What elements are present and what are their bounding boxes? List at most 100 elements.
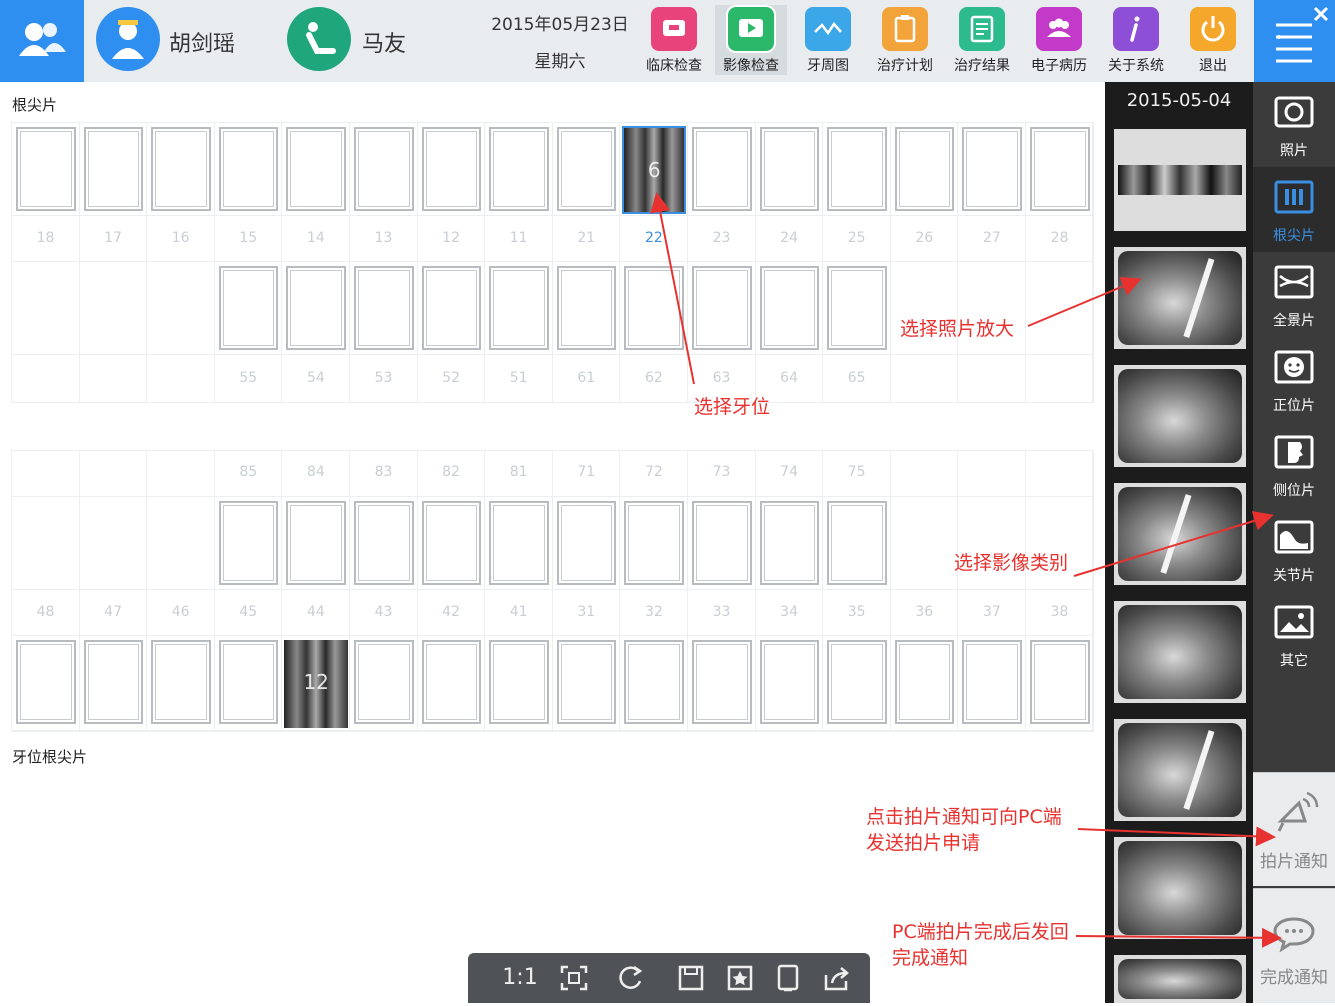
share-button[interactable] bbox=[818, 961, 854, 995]
xray-slot-upper-primary[interactable] bbox=[489, 266, 549, 350]
xray-slot-upper-primary[interactable] bbox=[354, 266, 414, 350]
fit-screen-button[interactable] bbox=[556, 961, 592, 995]
tool-treatment-result[interactable]: 治疗结果 bbox=[946, 5, 1018, 75]
xray-slot-lower-primary[interactable] bbox=[759, 501, 820, 585]
tooth-number[interactable]: 51 bbox=[485, 370, 552, 386]
present-button[interactable] bbox=[770, 961, 806, 995]
xray-slot-lower-permanent[interactable] bbox=[759, 640, 820, 724]
xray-slot-upper-permanent[interactable] bbox=[827, 127, 887, 211]
thumbnail-periapical-6[interactable] bbox=[1114, 837, 1246, 939]
xray-image-tooth-44[interactable]: 12 bbox=[284, 640, 348, 728]
tooth-number[interactable]: 37 bbox=[958, 604, 1025, 620]
xray-slot-lower-primary[interactable] bbox=[286, 501, 346, 585]
tooth-number[interactable]: 24 bbox=[756, 230, 823, 246]
category-photo[interactable]: 照片 bbox=[1253, 82, 1335, 167]
tooth-number[interactable]: 26 bbox=[891, 230, 958, 246]
tooth-number[interactable]: 28 bbox=[1026, 230, 1093, 246]
xray-slot-upper-permanent[interactable] bbox=[421, 127, 482, 211]
xray-slot-upper-primary[interactable] bbox=[624, 266, 684, 350]
tooth-number[interactable]: 47 bbox=[80, 604, 147, 620]
rotate-button[interactable] bbox=[612, 961, 648, 995]
shoot-notice-button[interactable]: 拍片通知 bbox=[1253, 772, 1335, 886]
category-frontal[interactable]: 正位片 bbox=[1253, 337, 1335, 422]
xray-slot-upper-permanent[interactable] bbox=[894, 127, 955, 211]
tooth-number[interactable]: 45 bbox=[215, 604, 282, 620]
tooth-number[interactable]: 81 bbox=[485, 464, 552, 480]
category-other[interactable]: 其它 bbox=[1253, 592, 1335, 677]
xray-slot-lower-primary[interactable] bbox=[556, 501, 617, 585]
tool-about[interactable]: 关于系统 bbox=[1100, 5, 1172, 75]
category-lateral[interactable]: 侧位片 bbox=[1253, 422, 1335, 507]
xray-slot-lower-permanent[interactable] bbox=[16, 640, 76, 724]
tooth-number[interactable]: 25 bbox=[823, 230, 890, 246]
done-notice-button[interactable]: 完成通知 bbox=[1253, 888, 1335, 1003]
doctor-avatar[interactable] bbox=[96, 7, 160, 71]
tooth-number[interactable]: 38 bbox=[1026, 604, 1093, 620]
thumbnail-periapical-1[interactable] bbox=[1114, 247, 1246, 349]
xray-slot-upper-permanent[interactable] bbox=[83, 127, 144, 211]
xray-slot-upper-permanent[interactable] bbox=[151, 127, 211, 211]
tooth-number[interactable]: 23 bbox=[688, 230, 755, 246]
tooth-number[interactable]: 46 bbox=[147, 604, 214, 620]
tooth-number[interactable]: 11 bbox=[485, 230, 552, 246]
xray-slot-lower-primary[interactable] bbox=[354, 501, 414, 585]
tooth-number[interactable]: 31 bbox=[553, 604, 620, 620]
tooth-number[interactable]: 82 bbox=[418, 464, 485, 480]
tooth-number[interactable]: 27 bbox=[958, 230, 1025, 246]
tooth-number[interactable]: 12 bbox=[418, 230, 485, 246]
tooth-number[interactable]: 34 bbox=[756, 604, 823, 620]
xray-slot-lower-permanent[interactable] bbox=[692, 640, 752, 724]
patients-button[interactable] bbox=[0, 0, 84, 82]
tooth-number[interactable]: 43 bbox=[350, 604, 417, 620]
tooth-number[interactable]: 41 bbox=[485, 604, 552, 620]
tooth-number[interactable]: 33 bbox=[688, 604, 755, 620]
tooth-number[interactable]: 55 bbox=[215, 370, 282, 386]
thumbnail-periapical-2[interactable] bbox=[1114, 365, 1246, 467]
xray-slot-upper-primary[interactable] bbox=[692, 266, 752, 350]
tooth-number[interactable]: 18 bbox=[12, 230, 79, 246]
xray-slot-lower-permanent[interactable] bbox=[421, 640, 482, 724]
xray-slot-lower-permanent[interactable] bbox=[83, 640, 144, 724]
xray-slot-upper-primary[interactable] bbox=[827, 266, 887, 350]
tooth-number[interactable]: 13 bbox=[350, 230, 417, 246]
xray-slot-upper-permanent[interactable] bbox=[759, 127, 820, 211]
xray-slot-lower-primary[interactable] bbox=[218, 501, 279, 585]
xray-slot-upper-primary[interactable] bbox=[421, 266, 482, 350]
tool-periodontal-chart[interactable]: 牙周图 bbox=[792, 5, 864, 75]
tooth-number[interactable]: 32 bbox=[620, 604, 687, 620]
tooth-number[interactable]: 35 bbox=[823, 604, 890, 620]
tool-emr[interactable]: 电子病历 bbox=[1023, 5, 1095, 75]
tool-imaging-exam[interactable]: 影像检查 bbox=[715, 5, 787, 75]
xray-slot-upper-permanent[interactable] bbox=[556, 127, 617, 211]
tooth-number[interactable]: 54 bbox=[282, 370, 349, 386]
xray-slot-upper-permanent[interactable] bbox=[16, 127, 76, 211]
xray-image-tooth-22[interactable]: 6 bbox=[622, 126, 686, 214]
tooth-number[interactable]: 84 bbox=[282, 464, 349, 480]
menu-button[interactable] bbox=[1254, 0, 1335, 82]
xray-slot-upper-primary[interactable] bbox=[759, 266, 820, 350]
thumbnail-panoramic[interactable] bbox=[1114, 129, 1246, 231]
category-joint[interactable]: 关节片 bbox=[1253, 507, 1335, 592]
xray-slot-lower-primary[interactable] bbox=[692, 501, 752, 585]
tool-clinical-exam[interactable]: 临床检查 bbox=[638, 5, 710, 75]
xray-slot-upper-permanent[interactable] bbox=[354, 127, 414, 211]
tooth-number[interactable]: 62 bbox=[620, 370, 687, 386]
tooth-number[interactable]: 21 bbox=[553, 230, 620, 246]
thumbnail-periapical-4[interactable] bbox=[1114, 601, 1246, 703]
xray-slot-upper-primary[interactable] bbox=[286, 266, 346, 350]
tooth-number[interactable]: 16 bbox=[147, 230, 214, 246]
tooth-number[interactable]: 65 bbox=[823, 370, 890, 386]
tooth-number[interactable]: 75 bbox=[823, 464, 890, 480]
tooth-number[interactable]: 63 bbox=[688, 370, 755, 386]
actual-size-button[interactable]: 1:1 bbox=[498, 961, 542, 995]
xray-slot-upper-permanent[interactable] bbox=[286, 127, 346, 211]
patient-avatar[interactable] bbox=[287, 7, 351, 71]
tooth-number[interactable]: 52 bbox=[418, 370, 485, 386]
xray-slot-lower-primary[interactable] bbox=[489, 501, 549, 585]
tooth-number[interactable]: 14 bbox=[282, 230, 349, 246]
tooth-number[interactable]: 73 bbox=[688, 464, 755, 480]
tooth-number[interactable]: 83 bbox=[350, 464, 417, 480]
category-periapical[interactable]: 根尖片 bbox=[1253, 167, 1335, 252]
xray-slot-upper-permanent[interactable] bbox=[489, 127, 549, 211]
tooth-number[interactable]: 15 bbox=[215, 230, 282, 246]
